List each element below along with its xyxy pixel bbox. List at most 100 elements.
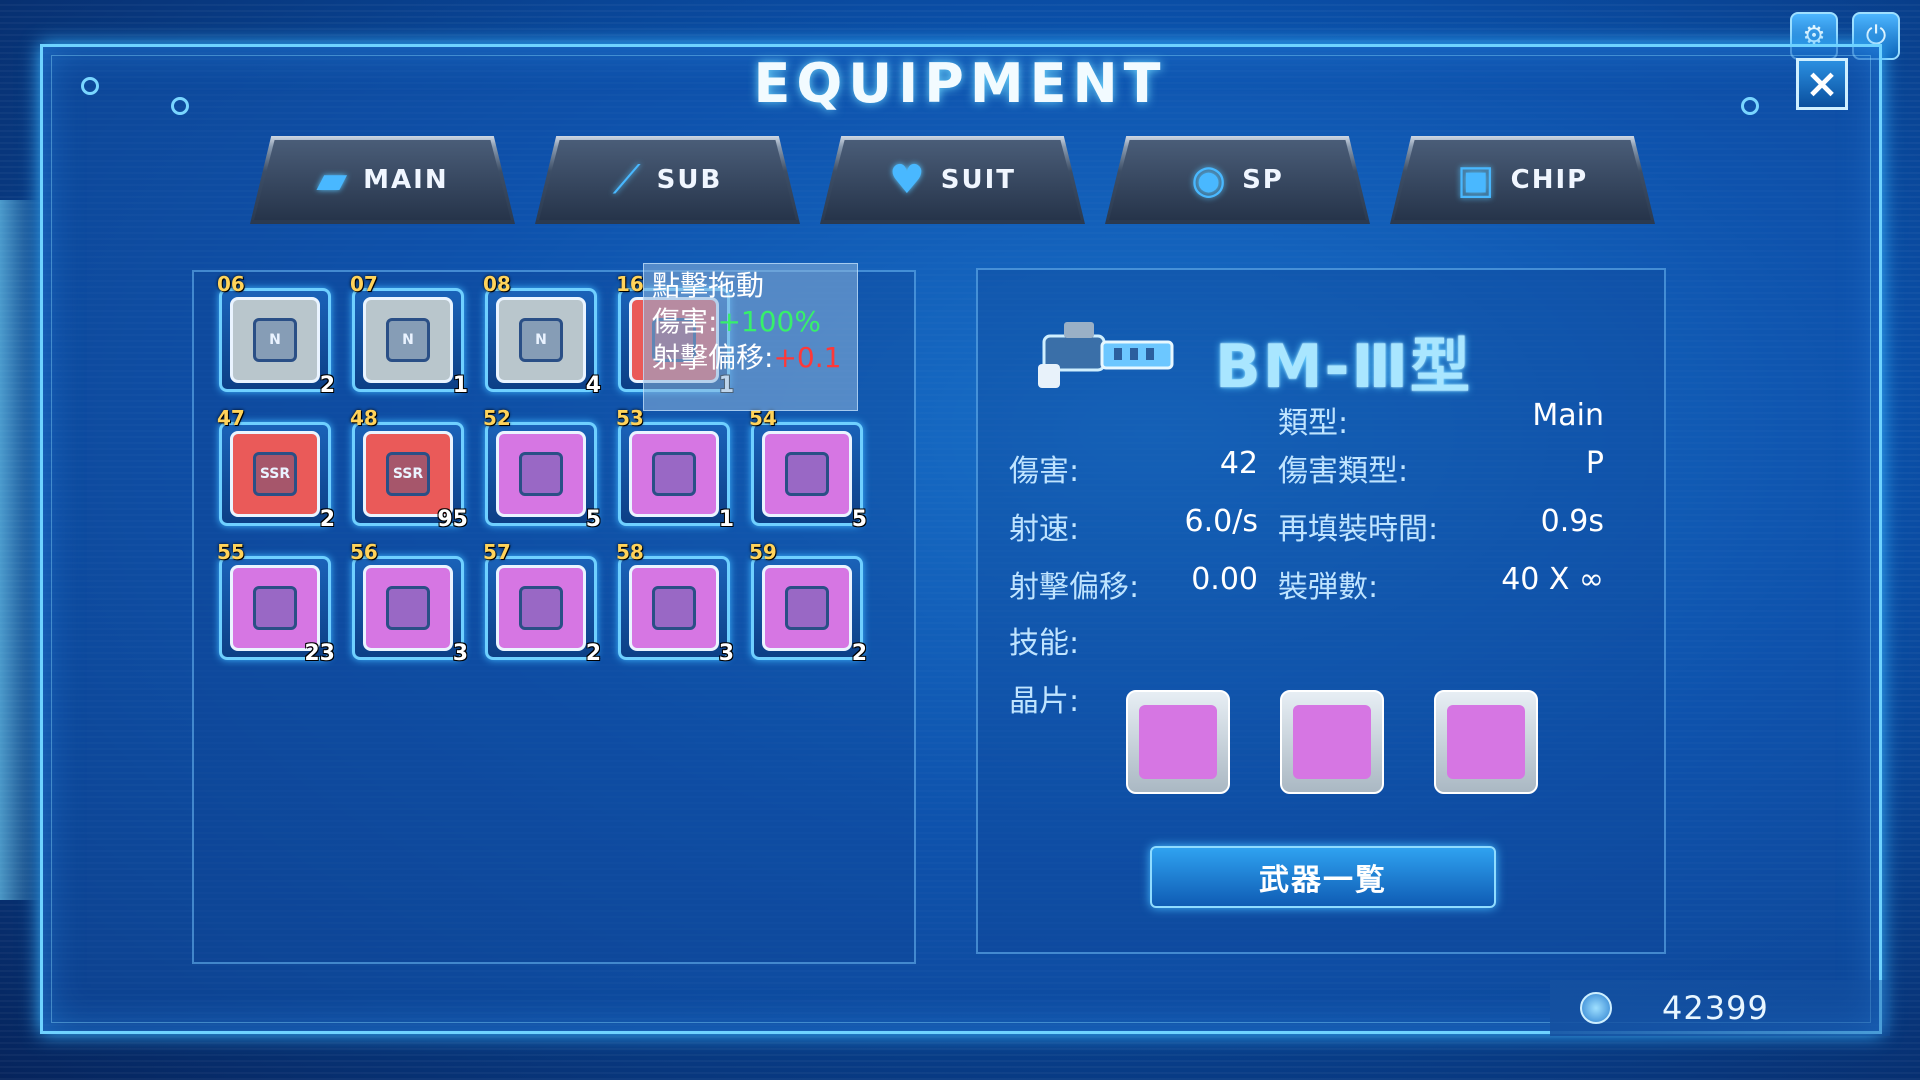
skill-label: 技能: (1009, 626, 1080, 661)
chip-icon (230, 565, 320, 651)
chip-icon: N (496, 297, 586, 383)
equipped-chip-slot-3[interactable] (1434, 690, 1538, 794)
chip-count: 2 (585, 641, 601, 666)
chip-slot[interactable]: 52 5 (483, 406, 601, 532)
chip-count: 3 (452, 641, 468, 666)
chip-slot[interactable]: SSR 47 2 (217, 406, 335, 532)
chip-count: 2 (851, 641, 867, 666)
chip-slot[interactable]: 54 5 (749, 406, 867, 532)
close-button[interactable]: × (1796, 58, 1848, 110)
chip-core (652, 452, 696, 496)
chip-count: 2 (319, 373, 335, 398)
chip-icon (762, 431, 852, 517)
chip-slot[interactable]: N 08 4 (483, 272, 601, 398)
chip-core (253, 586, 297, 630)
chip-id: 48 (350, 406, 378, 430)
chip-count: 23 (304, 641, 335, 666)
chip-count: 5 (585, 507, 601, 532)
chip-slot[interactable]: 56 3 (350, 540, 468, 666)
reload-label: 再填裝時間: (1278, 512, 1439, 547)
chip-id: 57 (483, 540, 511, 564)
chip-id: 47 (217, 406, 245, 430)
chip-count: 1 (718, 507, 734, 532)
suit-icon: ♥ (888, 157, 925, 203)
chip-core: SSR (386, 452, 430, 496)
tab-sub[interactable]: ⟋ SUB (535, 136, 800, 224)
fire-rate-label: 射速: (1009, 512, 1080, 547)
chip-core (785, 452, 829, 496)
chip-icon (496, 565, 586, 651)
ammo-value: 40 X ∞ (1501, 562, 1604, 597)
knife-icon: ⟋ (612, 157, 641, 203)
chip-icon (629, 431, 719, 517)
chip-icon (1447, 705, 1525, 779)
chip-id: 56 (350, 540, 378, 564)
chip-slot[interactable]: 53 1 (616, 406, 734, 532)
chip-id: 07 (350, 272, 378, 296)
fire-rate-value: 6.0/s (1184, 504, 1258, 539)
coin-icon (1580, 992, 1612, 1024)
chip-core: SSR (253, 452, 297, 496)
chip-count: 4 (585, 373, 601, 398)
damage-value: 42 (1219, 446, 1258, 481)
chip-id: 52 (483, 406, 511, 430)
tooltip-offset: 射擊偏移:+0.1 (652, 341, 842, 374)
chip-id: 55 (217, 540, 245, 564)
weapon-list-button[interactable]: 武器一覧 (1150, 846, 1496, 908)
chip-core (785, 586, 829, 630)
chip-slot[interactable]: 55 23 (217, 540, 335, 666)
chip-core: N (519, 318, 563, 362)
chip-icon: N (230, 297, 320, 383)
damage-label: 傷害: (1009, 454, 1080, 489)
chip-slot[interactable]: N 06 2 (217, 272, 335, 398)
chip-id: 59 (749, 540, 777, 564)
tooltip-hint: 點擊拖動 (652, 269, 765, 302)
chips-label: 晶片: (1009, 684, 1080, 719)
weapon-image (1038, 322, 1174, 388)
chip-tooltip: 點擊拖動 傷害:+100% 射擊偏移:+0.1 (643, 263, 858, 411)
equipped-chip-slot-1[interactable] (1126, 690, 1230, 794)
offset-label: 射擊偏移: (1009, 570, 1140, 605)
chip-core: N (386, 318, 430, 362)
chip-count: 3 (718, 641, 734, 666)
chip-id: 58 (616, 540, 644, 564)
chip-slot[interactable]: SSR 48 95 (350, 406, 468, 532)
weapon-name: BM-Ⅲ型 (1215, 332, 1473, 402)
chip-slot[interactable]: 57 2 (483, 540, 601, 666)
tab-suit[interactable]: ♥ SUIT (820, 136, 1085, 224)
currency-value: 42399 (1662, 989, 1769, 1027)
tab-chip[interactable]: ▣ CHIP (1390, 136, 1655, 224)
chip-core: N (253, 318, 297, 362)
equipped-chip-slot-2[interactable] (1280, 690, 1384, 794)
chip-count: 1 (452, 373, 468, 398)
reload-value: 0.9s (1540, 504, 1604, 539)
left-glow (0, 200, 40, 900)
equipment-tabs: ▰ MAIN ⟋ SUB ♥ SUIT ◉ SP ▣ CHIP (250, 136, 1655, 224)
chip-count: 95 (437, 507, 468, 532)
chip-icon: N (363, 297, 453, 383)
pistol-icon: ▰ (316, 157, 348, 203)
chip-icon: SSR (230, 431, 320, 517)
offset-value: 0.00 (1191, 562, 1258, 597)
tab-label: SUB (656, 165, 723, 195)
chip-core (386, 586, 430, 630)
chip-id: 16 (616, 272, 644, 296)
type-value: Main (1532, 398, 1604, 433)
chip-id: 08 (483, 272, 511, 296)
ammo-label: 裝弾數: (1278, 570, 1379, 605)
damage-type-value: P (1585, 446, 1604, 481)
tab-label: SUIT (940, 165, 1017, 195)
chip-icon (496, 431, 586, 517)
currency-display: 42399 (1550, 980, 1890, 1036)
chip-slot[interactable]: 59 2 (749, 540, 867, 666)
chip-core (652, 586, 696, 630)
chip-count: 5 (851, 507, 867, 532)
chip-icon (629, 565, 719, 651)
tab-main[interactable]: ▰ MAIN (250, 136, 515, 224)
chip-slot[interactable]: 58 3 (616, 540, 734, 666)
chip-count: 2 (319, 507, 335, 532)
chip-slot[interactable]: N 07 1 (350, 272, 468, 398)
tab-sp[interactable]: ◉ SP (1105, 136, 1370, 224)
tab-label: SP (1242, 165, 1284, 195)
chip-icon (1293, 705, 1371, 779)
